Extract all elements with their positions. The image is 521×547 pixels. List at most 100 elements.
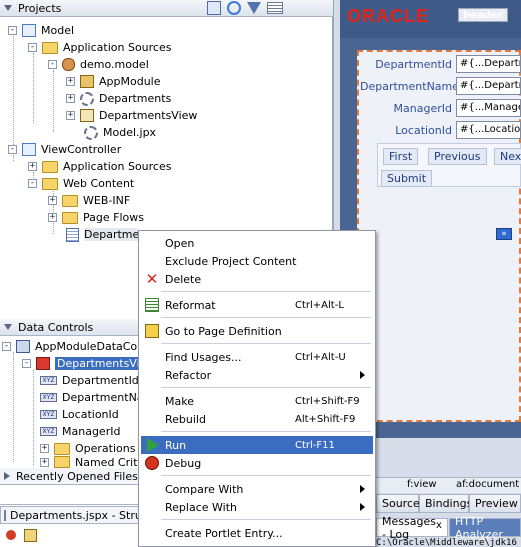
dc-item-departmentid[interactable]: XYZ DepartmentId bbox=[40, 372, 138, 389]
dc-item-departmentname[interactable]: XYZ DepartmentName bbox=[40, 389, 138, 406]
tree-item-label: demo.model bbox=[80, 58, 149, 71]
menu-separator bbox=[161, 343, 371, 344]
expand-icon[interactable]: + bbox=[48, 213, 57, 222]
form-field-managerid[interactable]: #{...ManagerId} bbox=[456, 99, 521, 117]
collapse-icon[interactable]: - bbox=[48, 60, 57, 69]
dc-item-managerid[interactable]: XYZ ManagerId bbox=[40, 423, 120, 440]
form-field-locationid[interactable]: #{...LocationId} bbox=[456, 121, 521, 139]
tree-item-label: AppModuleDataControl bbox=[35, 340, 138, 353]
pin-icon[interactable] bbox=[6, 530, 16, 540]
menu-item-run[interactable]: Run Ctrl-F11 bbox=[141, 436, 373, 454]
form-field-departmentid[interactable]: #{...DepartmentId} bbox=[456, 55, 521, 73]
menu-item-exclude-project-content[interactable]: Exclude Project Content bbox=[141, 252, 373, 270]
close-log-tab-icon[interactable]: x bbox=[436, 520, 442, 531]
menu-item-open[interactable]: Open bbox=[141, 234, 373, 252]
first-button[interactable]: First bbox=[383, 148, 419, 165]
freeze-view-icon[interactable] bbox=[24, 529, 37, 542]
menu-item-delete[interactable]: ✕ Delete bbox=[141, 270, 373, 288]
menu-separator bbox=[161, 431, 371, 432]
tree-item-departments-jspx[interactable]: Departments.jspx bbox=[66, 226, 138, 243]
submit-button[interactable]: Submit bbox=[381, 170, 433, 187]
expand-icon[interactable]: + bbox=[28, 162, 37, 171]
collapse-icon[interactable]: - bbox=[2, 342, 11, 351]
tree-item-application-sources-vc[interactable]: + Application Sources bbox=[28, 158, 171, 175]
dc-item-departmentsview1[interactable]: - DepartmentsView1 bbox=[22, 355, 138, 372]
collapse-triangle-icon[interactable] bbox=[4, 5, 12, 11]
collapse-icon[interactable]: - bbox=[28, 43, 37, 52]
menu-item-go-to-page-definition[interactable]: Go to Page Definition bbox=[141, 322, 373, 340]
tree-line bbox=[33, 53, 34, 123]
tree-item-web-inf[interactable]: + WEB-INF bbox=[48, 192, 130, 209]
expand-icon[interactable]: + bbox=[66, 111, 75, 120]
expand-icon[interactable]: + bbox=[66, 94, 75, 103]
view-object-icon bbox=[80, 109, 94, 122]
tree-item-demo-model[interactable]: - demo.model bbox=[48, 56, 149, 73]
collapse-icon[interactable]: - bbox=[22, 359, 31, 368]
next-button[interactable]: Next bbox=[494, 148, 521, 165]
tab-bindings[interactable]: Bindings bbox=[419, 494, 472, 513]
menu-item-reformat[interactable]: Reformat Ctrl+Alt-L bbox=[141, 296, 373, 314]
expand-icon[interactable]: + bbox=[40, 457, 49, 467]
expand-icon[interactable]: + bbox=[48, 196, 57, 205]
menu-item-create-portlet-entry[interactable]: Create Portlet Entry... bbox=[141, 524, 373, 542]
form-label-departmentname: DepartmentName bbox=[360, 80, 460, 93]
form-field-departmentname[interactable]: #{...DepartmentName} bbox=[456, 77, 521, 95]
tree-item-label: WEB-INF bbox=[83, 194, 131, 207]
dc-item-locationid[interactable]: XYZ LocationId bbox=[40, 406, 119, 423]
menu-item-replace-with[interactable]: Replace With bbox=[141, 498, 373, 516]
run-icon bbox=[147, 438, 159, 452]
tree-item-label: Application Sources bbox=[63, 160, 172, 173]
tree-item-model-jpx[interactable]: Model.jpx bbox=[84, 124, 156, 141]
tab-source[interactable]: Source bbox=[376, 494, 420, 513]
tree-item-label: AppModule bbox=[99, 75, 161, 88]
collapse-icon[interactable]: - bbox=[28, 179, 37, 188]
tab-http-analyzer[interactable]: HTTP Analyzer bbox=[449, 515, 521, 541]
collapse-icon[interactable]: - bbox=[8, 26, 17, 35]
expand-icon[interactable]: + bbox=[40, 444, 49, 453]
menu-item-rebuild[interactable]: Rebuild Alt+Shift-F9 bbox=[141, 410, 373, 428]
menu-item-refactor[interactable]: Refactor bbox=[141, 366, 373, 384]
search-icon[interactable] bbox=[207, 1, 221, 15]
structure-tab[interactable]: Departments.jspx - Structure bbox=[0, 506, 170, 524]
collapse-triangle-icon[interactable] bbox=[4, 324, 12, 330]
tree-item-label: Page Flows bbox=[83, 211, 144, 224]
collapse-icon[interactable]: - bbox=[8, 145, 17, 154]
expand-arrow-icon[interactable]: » bbox=[496, 228, 512, 240]
tree-item-label: DepartmentId bbox=[62, 374, 138, 387]
data-controls-title: Data Controls bbox=[18, 320, 94, 334]
folder-icon bbox=[42, 160, 58, 173]
tree-item-model[interactable]: - Model bbox=[8, 22, 74, 39]
tree-options-icon[interactable] bbox=[267, 2, 283, 14]
expand-icon[interactable]: + bbox=[66, 77, 75, 86]
package-icon bbox=[62, 58, 75, 71]
tree-item-departmentsview[interactable]: + DepartmentsView bbox=[66, 107, 197, 124]
sync-icon[interactable] bbox=[227, 1, 241, 15]
menu-item-debug[interactable]: Debug bbox=[141, 454, 373, 472]
tree-item-web-content[interactable]: - Web Content bbox=[28, 175, 134, 192]
menu-item-compare-with[interactable]: Compare With bbox=[141, 480, 373, 498]
menu-separator bbox=[161, 387, 371, 388]
tree-item-appmodule[interactable]: + AppModule bbox=[66, 73, 161, 90]
project-file-icon bbox=[84, 125, 98, 140]
menu-item-make[interactable]: Make Ctrl+Shift-F9 bbox=[141, 392, 373, 410]
previous-button[interactable]: Previous bbox=[428, 148, 487, 165]
tree-item-viewcontroller[interactable]: - ViewController bbox=[8, 141, 121, 158]
folder-icon bbox=[62, 194, 78, 207]
menu-item-find-usages[interactable]: Find Usages... Ctrl+Alt-U bbox=[141, 348, 373, 366]
tree-item-application-sources[interactable]: - Application Sources bbox=[28, 39, 171, 56]
filter-icon[interactable] bbox=[247, 2, 261, 14]
menu-separator bbox=[161, 317, 371, 318]
tree-item-departments[interactable]: + Departments bbox=[66, 90, 171, 107]
tree-line bbox=[53, 70, 54, 132]
tree-item-label: Departments.jspx bbox=[84, 228, 138, 241]
tree-item-label: Model bbox=[41, 24, 75, 37]
dc-item-appmoduledatacontrol[interactable]: - AppModuleDataControl bbox=[2, 338, 138, 355]
dc-item-named-criteria[interactable]: + Named Criteria bbox=[40, 456, 138, 468]
tab-preview[interactable]: Preview bbox=[469, 494, 521, 513]
recently-opened-title: Recently Opened Files bbox=[16, 469, 138, 483]
tree-item-page-flows[interactable]: + Page Flows bbox=[48, 209, 144, 226]
breadcrumb-afdocument[interactable]: af:document bbox=[456, 479, 519, 490]
dc-item-operations[interactable]: + Operations bbox=[40, 440, 135, 457]
expand-triangle-icon[interactable] bbox=[4, 472, 10, 480]
breadcrumb-fview[interactable]: f:view bbox=[407, 479, 437, 490]
